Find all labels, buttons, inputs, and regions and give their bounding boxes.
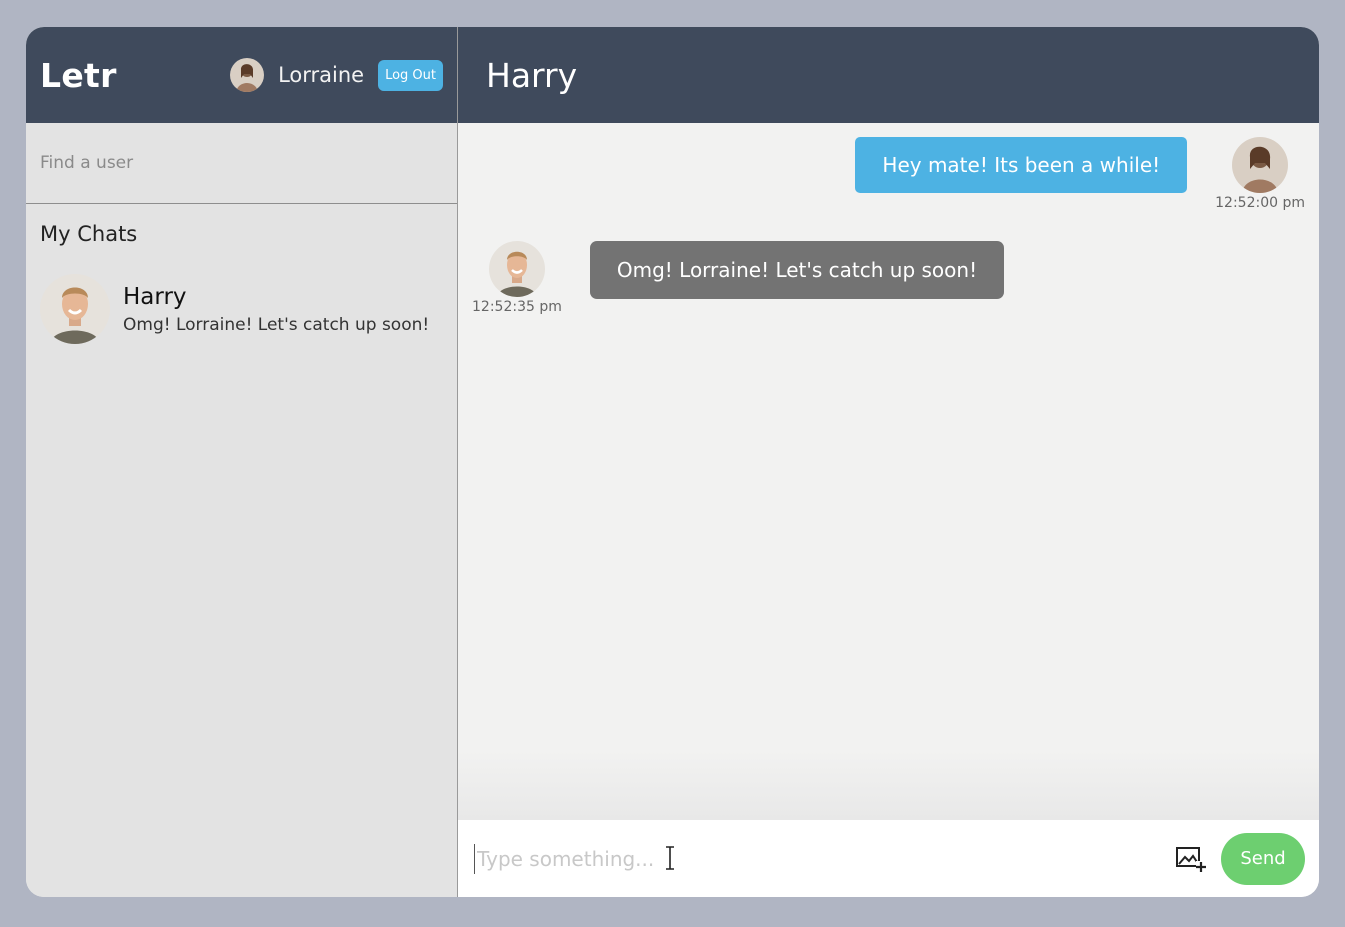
chat-meta: Harry Omg! Lorraine! Let's catch up soon…: [123, 284, 429, 335]
message-list[interactable]: Hey mate! Its been a while! 12:52:00 pm: [458, 123, 1319, 820]
text-cursor-icon: [666, 846, 674, 870]
incoming-bubble: Omg! Lorraine! Let's catch up soon!: [589, 241, 1005, 299]
conversation-header: Harry: [458, 27, 1319, 123]
sidebar-header: Letr Lorraine Log Out: [26, 27, 457, 123]
current-user-avatar: [230, 58, 265, 92]
send-button[interactable]: Send: [1221, 832, 1305, 885]
conversation-title: Harry: [486, 55, 578, 95]
chat-app: Letr Lorraine Log Out My Chats: [26, 27, 1319, 897]
message-composer: Send: [458, 820, 1319, 897]
add-image-icon[interactable]: [1175, 843, 1207, 875]
current-user: Lorraine Log Out: [230, 58, 443, 92]
current-user-name: Lorraine: [278, 63, 365, 87]
user-search: [26, 123, 457, 204]
message-outgoing: Hey mate! Its been a while! 12:52:00 pm: [855, 137, 1305, 211]
outgoing-bubble: Hey mate! Its been a while!: [855, 137, 1188, 193]
chat-list-item[interactable]: Harry Omg! Lorraine! Let's catch up soon…: [26, 274, 457, 344]
app-logo: Letr: [40, 55, 117, 95]
sidebar: Letr Lorraine Log Out My Chats: [26, 27, 458, 897]
message-timestamp: 12:52:00 pm: [1215, 195, 1305, 211]
chat-contact-name: Harry: [123, 283, 187, 310]
message-input[interactable]: [474, 843, 1175, 874]
logout-button[interactable]: Log Out: [378, 59, 443, 91]
message-sender-info: 12:52:35 pm: [472, 241, 562, 315]
message-incoming: 12:52:35 pm Omg! Lorraine! Let's catch u…: [472, 241, 1005, 315]
chat-last-message: Omg! Lorraine! Let's catch up soon!: [123, 314, 430, 335]
find-user-input[interactable]: [40, 153, 443, 173]
sender-avatar: [488, 241, 545, 297]
message-sender-info: 12:52:00 pm: [1215, 137, 1305, 211]
sender-avatar: [1232, 137, 1289, 193]
my-chats-heading: My Chats: [40, 222, 138, 246]
message-timestamp: 12:52:35 pm: [472, 299, 562, 315]
conversation-panel: Harry Hey mate! Its been a while! 12:52:…: [458, 27, 1319, 897]
chat-avatar: [40, 274, 110, 344]
